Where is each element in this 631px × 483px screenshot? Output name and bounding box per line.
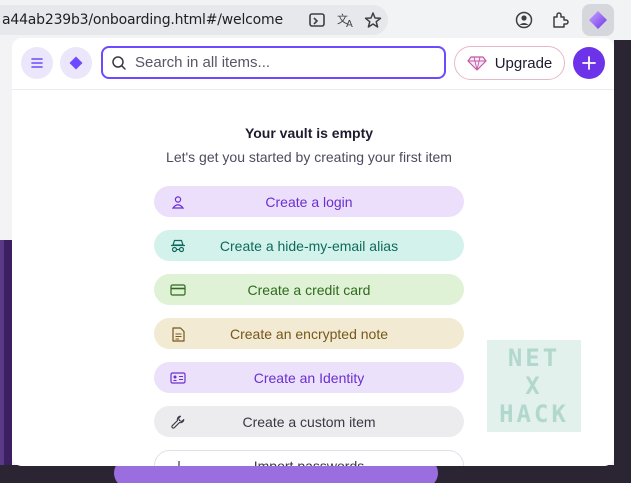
bookmark-star-icon[interactable] <box>362 9 384 31</box>
hamburger-icon <box>31 58 43 68</box>
proton-pass-extension-button[interactable] <box>582 4 614 36</box>
menu-button[interactable] <box>21 47 53 79</box>
gem-icon <box>467 56 487 71</box>
svg-text:A: A <box>346 19 353 29</box>
vault-diamond-icon <box>69 56 83 70</box>
search-input[interactable] <box>135 54 425 71</box>
incognito-icon <box>170 238 186 254</box>
create-credit-card-button[interactable]: Create a credit card <box>154 274 464 305</box>
create-note-button[interactable]: Create an encrypted note <box>154 318 464 349</box>
proton-pass-logo-icon <box>589 11 607 29</box>
upgrade-label: Upgrade <box>494 54 553 72</box>
create-identity-button[interactable]: Create an Identity <box>154 362 464 393</box>
note-icon <box>170 326 186 342</box>
user-icon <box>170 194 186 210</box>
import-passwords-label: Import passwords <box>253 457 365 467</box>
url-text: a44ab239b3/onboarding.html#/welcome <box>2 12 283 28</box>
create-custom-item-button[interactable]: Create a custom item <box>154 406 464 437</box>
import-passwords-button[interactable]: Import passwords <box>154 450 464 466</box>
search-box[interactable] <box>101 46 446 79</box>
new-item-button[interactable] <box>573 47 605 79</box>
empty-vault-subtitle: Let's get you started by creating your f… <box>166 149 452 165</box>
create-identity-label: Create an Identity <box>253 369 365 386</box>
browser-toolbar: a44ab239b3/onboarding.html#/welcome 文A <box>0 0 631 40</box>
id-card-icon <box>170 370 186 386</box>
upgrade-button[interactable]: Upgrade <box>454 46 565 80</box>
vault-switch-button[interactable] <box>60 47 92 79</box>
create-alias-button[interactable]: Create a hide-my-email alias <box>154 230 464 261</box>
netxhack-watermark: NET X HACK <box>487 340 581 432</box>
search-icon <box>103 55 135 71</box>
create-custom-item-label: Create a custom item <box>242 413 376 430</box>
empty-vault-title: Your vault is empty <box>244 125 374 141</box>
background-page-stripe <box>0 240 4 483</box>
credit-card-icon <box>170 282 186 298</box>
open-in-app-icon[interactable] <box>306 9 328 31</box>
proton-pass-popup: Upgrade Your vault is empty Let's get yo… <box>12 38 614 466</box>
translate-icon[interactable]: 文A <box>335 9 357 31</box>
create-note-label: Create an encrypted note <box>230 325 388 342</box>
popup-header: Upgrade <box>12 38 614 90</box>
wrench-icon <box>170 414 186 430</box>
import-icon <box>171 459 187 466</box>
address-bar[interactable]: a44ab239b3/onboarding.html#/welcome <box>0 5 388 35</box>
plus-icon <box>582 56 596 70</box>
extensions-puzzle-icon[interactable] <box>549 9 571 31</box>
create-alias-label: Create a hide-my-email alias <box>219 237 399 254</box>
create-login-label: Create a login <box>265 193 353 210</box>
profile-icon[interactable] <box>513 9 535 31</box>
background-page-edge-right <box>614 40 631 483</box>
create-login-button[interactable]: Create a login <box>154 186 464 217</box>
create-credit-card-label: Create a credit card <box>247 281 371 298</box>
